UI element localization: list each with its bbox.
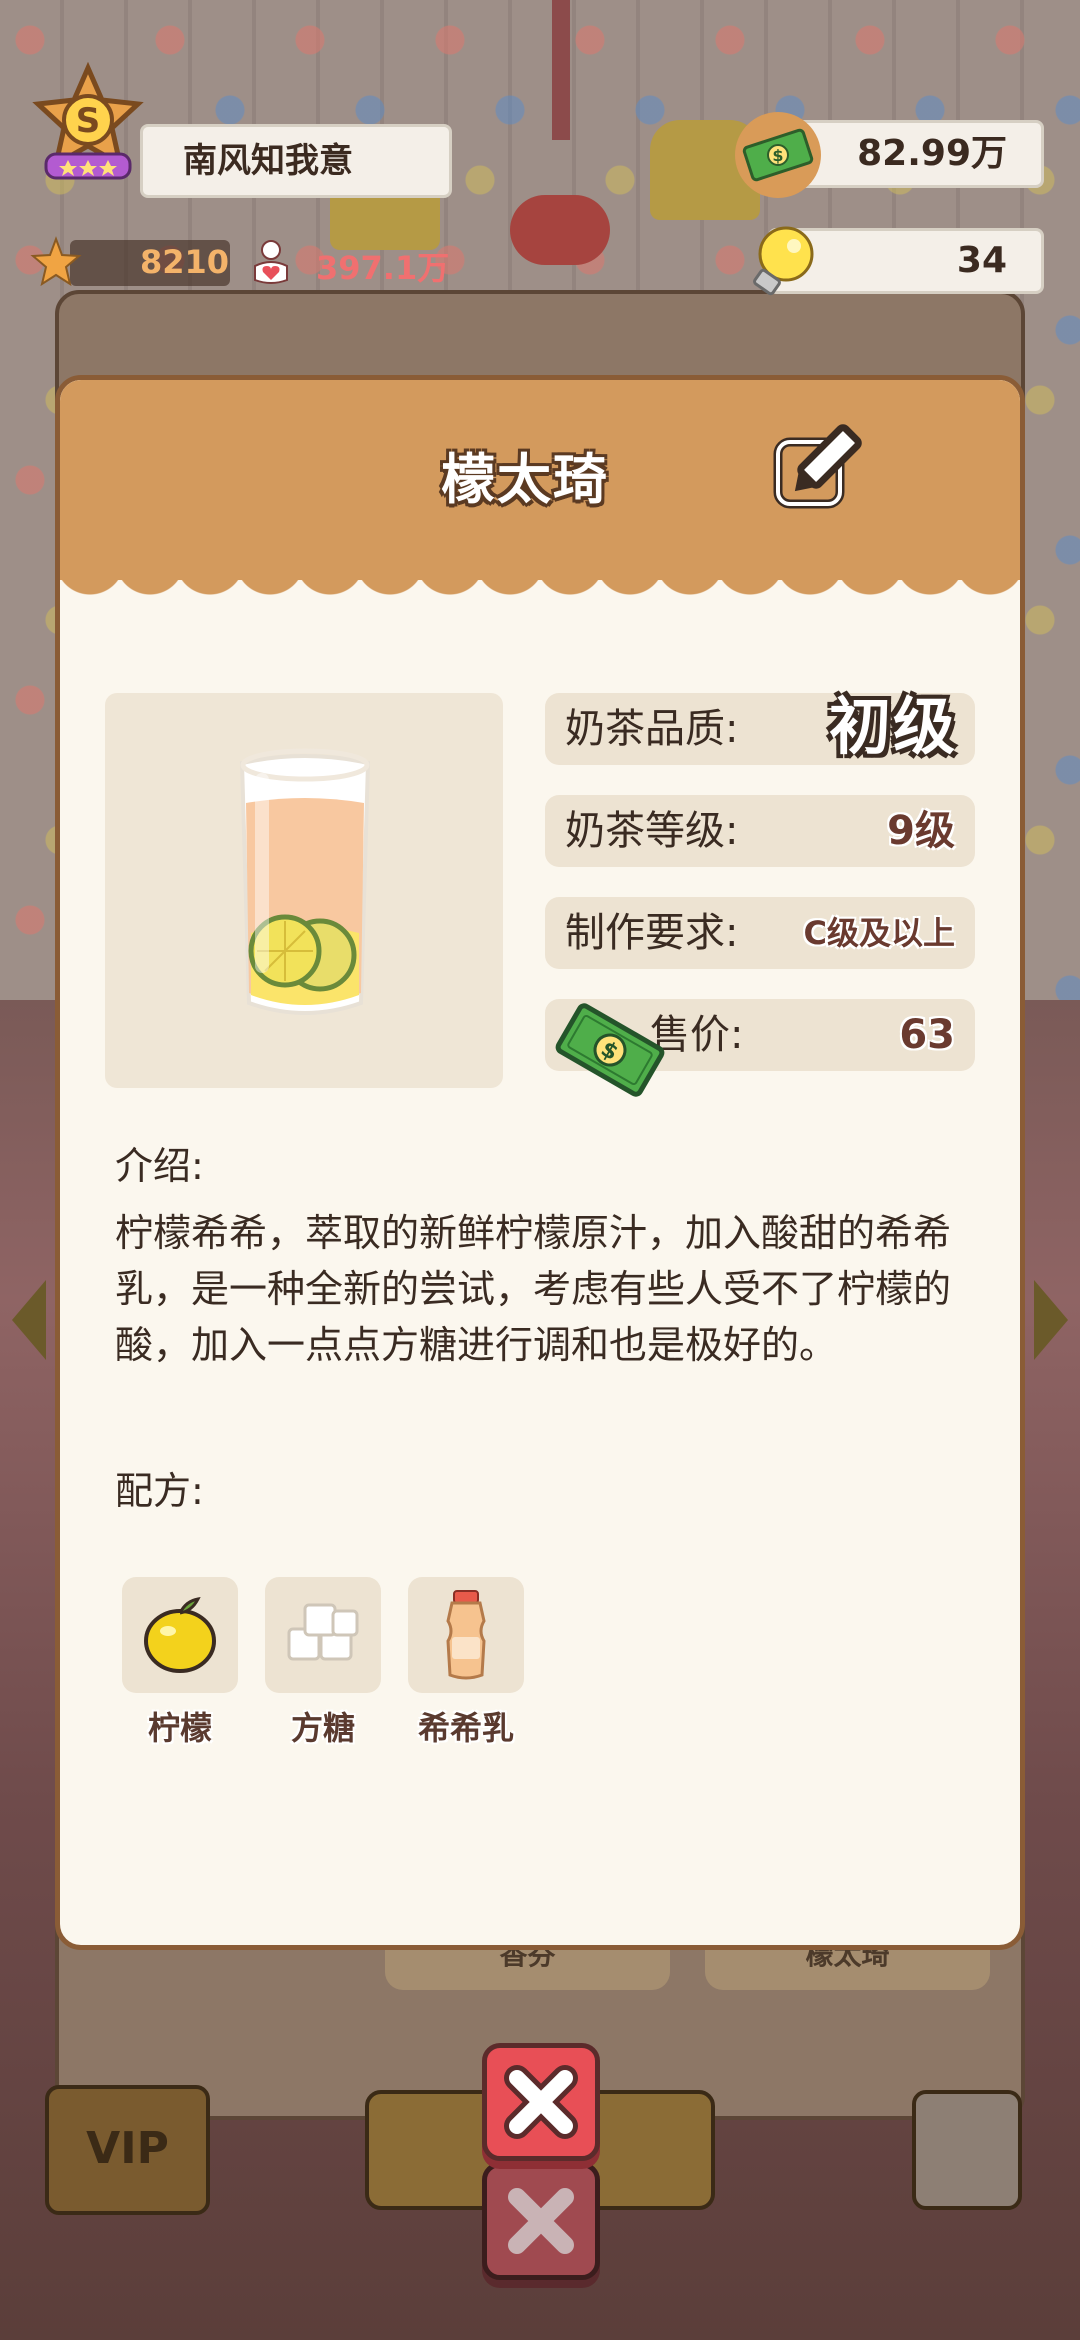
ingredient-icon-box	[265, 1577, 381, 1693]
decoration-rope	[552, 0, 570, 140]
level-row: 奶茶等级: 9级	[545, 795, 975, 867]
star-icon	[30, 236, 82, 287]
prev-arrow-icon	[12, 1280, 46, 1360]
intro-text: 柠檬希希，萃取的新鲜柠檬原汁，加入酸甜的希希乳，是一种全新的尝试，考虑有些人受不…	[115, 1211, 952, 1367]
requirement-row: 制作要求: C级及以上	[545, 897, 975, 969]
quality-row: 奶茶品质: 初级	[545, 690, 975, 765]
vip-label: VIP	[86, 2123, 169, 2174]
lemon-drink-icon	[239, 748, 371, 1015]
background-notice-button	[912, 2090, 1022, 2210]
sugar-cube-icon	[287, 1603, 359, 1661]
ingredient-name: 柠檬	[147, 1709, 212, 1747]
fans-icon	[254, 240, 288, 284]
fans-count: 397.1万	[316, 249, 450, 287]
lemon-icon	[144, 1597, 216, 1673]
requirement-value: C级及以上	[803, 914, 956, 952]
requirement-label: 制作要求:	[565, 910, 739, 956]
quality-label: 奶茶品质:	[565, 706, 739, 752]
close-icon	[508, 2188, 574, 2254]
price-value: 63	[899, 1012, 955, 1058]
lightbulb-icon	[753, 226, 814, 296]
vip-button: VIP	[45, 2085, 210, 2215]
level-value: 9级	[887, 808, 955, 854]
ingredient-name: 方糖	[290, 1709, 355, 1747]
recipe-label: 配方:	[115, 1469, 204, 1513]
yogurt-drink-icon	[446, 1590, 486, 1680]
background-close-button	[482, 2162, 600, 2280]
next-arrow-icon	[1034, 1280, 1068, 1360]
edit-icon[interactable]	[770, 420, 865, 515]
close-button[interactable]	[482, 2043, 600, 2161]
dialog-header-scallop	[60, 560, 1020, 620]
ingredient-item[interactable]: 希希乳	[408, 1577, 524, 1749]
drink-image-card	[105, 693, 503, 1088]
cash-icon: $	[735, 112, 821, 198]
ingredient-icon-box	[122, 1577, 238, 1693]
stars-count: 8210	[140, 243, 230, 281]
ingredient-item[interactable]: 柠檬	[122, 1577, 238, 1749]
decoration-bow	[510, 195, 610, 265]
player-name[interactable]: 南风知我意	[140, 124, 452, 198]
svg-text:$: $	[772, 146, 783, 165]
rank-badge-icon[interactable]: S	[28, 62, 148, 182]
ingredient-icon-box	[408, 1577, 524, 1693]
quality-value: 初级	[828, 690, 957, 763]
drink-detail-dialog: 檬太琦 奶茶品质: 初级 奶茶等级: 9级 制作要求: C级及以上 售价: 63…	[55, 375, 1025, 1950]
close-icon	[504, 2065, 578, 2139]
intro-label: 介绍:	[115, 1144, 204, 1188]
level-label: 奶茶等级:	[565, 808, 739, 854]
cash-bill-icon: $	[555, 1003, 665, 1097]
ingredient-item[interactable]: 方糖	[265, 1577, 381, 1749]
ingredient-name: 希希乳	[417, 1709, 514, 1747]
rank-letter: S	[76, 101, 101, 141]
